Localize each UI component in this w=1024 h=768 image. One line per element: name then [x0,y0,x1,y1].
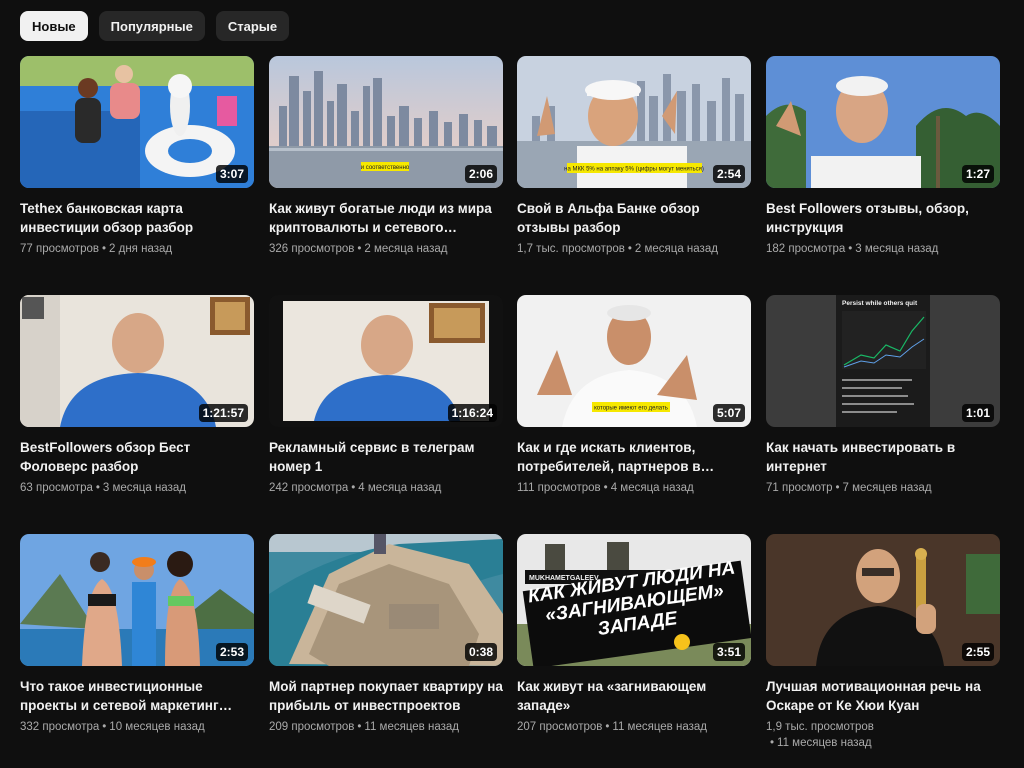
video-duration: 2:55 [961,643,994,661]
video-thumbnail[interactable]: 1:16:24 [269,295,503,427]
video-duration: 5:07 [712,404,745,422]
video-meta: 207 просмотров • 11 месяцев назад [517,721,707,733]
video-date: 2 месяца назад [634,243,718,255]
video-card[interactable]: 3:07 Tethex банковская карта инвестиции … [20,56,254,257]
chip-popular[interactable]: Популярные [98,11,205,41]
video-date: 4 месяца назад [610,482,694,494]
video-meta: 111 просмотров • 4 месяца назад [517,482,694,494]
video-card[interactable]: 0:38 Мой партнер покупает квартиру на пр… [269,534,503,735]
video-views: 209 просмотров [269,721,355,733]
video-meta: 209 просмотров • 11 месяцев назад [269,721,459,733]
video-date: 2 дня назад [109,243,173,255]
video-title[interactable]: Как живут на «загнивающем западе» [517,677,751,715]
video-title[interactable]: Мой партнер покупает квартиру на прибыль… [269,677,503,715]
video-date: 3 месяца назад [102,482,186,494]
video-duration: 1:16:24 [447,404,497,422]
video-title[interactable]: BestFollowers обзор Бест Фоловерс разбор [20,438,254,476]
video-meta: 332 просмотра • 10 месяцев назад [20,721,205,733]
video-title[interactable]: Лучшая мотивационная речь на Оскаре от К… [766,677,1000,715]
video-title[interactable]: Что такое инвестиционные проекты и сетев… [20,677,254,715]
video-date: 11 месяцев назад [364,721,459,733]
thumbnail-caption: которые имеют его делать [594,406,668,412]
video-date: 4 месяца назад [358,482,442,494]
video-card[interactable]: 1:27 Best Followers отзывы, обзор, инстр… [766,56,1000,257]
video-duration: 0:38 [464,643,497,661]
video-views: 326 просмотров [269,243,355,255]
video-title[interactable]: Как начать инвестировать в интернет [766,438,1000,476]
video-thumbnail[interactable]: на МКК 5% на аппаку 5% (цифры могут меня… [517,56,751,188]
thumbnail-caption: и соответственно [361,165,410,171]
video-card[interactable]: Persist while others quit 1:01 Как начат… [766,295,1000,496]
video-title[interactable]: Best Followers отзывы, обзор, инструкция [766,199,1000,237]
video-duration: 2:53 [215,643,248,661]
video-duration: 2:06 [464,165,497,183]
chip-old[interactable]: Старые [215,11,290,41]
video-views: 242 просмотра [269,482,349,494]
video-thumbnail[interactable]: MUKHAMETGALEEV КАК ЖИВУТ ЛЮДИ НА «ЗАГНИВ… [517,534,751,666]
video-views: 182 просмотра [766,243,846,255]
video-card[interactable]: на МКК 5% на аппаку 5% (цифры могут меня… [517,56,751,257]
video-date: 2 месяца назад [364,243,448,255]
thumbnail-caption: на МКК 5% на аппаку 5% (цифры могут меня… [564,167,704,173]
video-thumbnail[interactable]: 0:38 [269,534,503,666]
video-views: 77 просмотров [20,243,99,255]
video-card[interactable]: которые имеют его делать 5:07 Как и где … [517,295,751,496]
video-views: 207 просмотров [517,721,603,733]
video-duration: 1:01 [961,404,994,422]
video-title[interactable]: Как и где искать клиентов, потребителей,… [517,438,751,476]
thumbnail-caption: Persist while others quit [842,300,918,307]
video-meta: 242 просмотра • 4 месяца назад [269,482,442,494]
video-card[interactable]: 1:21:57 BestFollowers обзор Бест Фоловер… [20,295,254,496]
video-date: 11 месяцев назад [612,721,707,733]
video-date: 3 месяца назад [855,243,939,255]
video-title[interactable]: Tethex банковская карта инвестиции обзор… [20,199,254,237]
video-date: 7 месяцев назад [842,482,932,494]
video-thumbnail[interactable]: 1:21:57 [20,295,254,427]
video-meta: 1,7 тыс. просмотров • 2 месяца назад [517,243,718,255]
video-card[interactable]: и соответственно 2:06 Как живут богатые … [269,56,503,257]
video-meta: 71 просмотр • 7 месяцев назад [766,482,932,494]
video-meta: 63 просмотра • 3 месяца назад [20,482,186,494]
video-date: 11 месяцев назад [777,737,872,749]
video-thumbnail[interactable]: Persist while others quit 1:01 [766,295,1000,427]
video-thumbnail[interactable]: 3:07 [20,56,254,188]
video-meta: 182 просмотра • 3 месяца назад [766,243,939,255]
video-card[interactable]: 1:16:24 Рекламный сервис в телеграм номе… [269,295,503,496]
video-thumbnail[interactable]: и соответственно 2:06 [269,56,503,188]
video-card[interactable]: MUKHAMETGALEEV КАК ЖИВУТ ЛЮДИ НА «ЗАГНИВ… [517,534,751,735]
filter-chips: Новые Популярные Старые [20,11,290,41]
chip-new[interactable]: Новые [20,11,88,41]
video-title[interactable]: Как живут богатые люди из мира криптовал… [269,199,503,237]
video-thumbnail[interactable]: 1:27 [766,56,1000,188]
video-title[interactable]: Свой в Альфа Банке обзор отзывы разбор [517,199,751,237]
video-duration: 1:27 [961,165,994,183]
video-duration: 2:54 [712,165,745,183]
video-views: 1,7 тыс. просмотров [517,243,625,255]
video-thumbnail[interactable]: 2:55 [766,534,1000,666]
video-date: 10 месяцев назад [109,721,205,733]
video-views: 63 просмотра [20,482,93,494]
video-views: 71 просмотр [766,482,833,494]
video-views: 111 просмотров [517,482,601,494]
video-card[interactable]: 2:55 Лучшая мотивационная речь на Оскаре… [766,534,1000,751]
video-duration: 1:21:57 [198,404,248,422]
video-meta: 1,9 тыс. просмотров • 11 месяцев назад [766,721,874,749]
video-duration: 3:07 [215,165,248,183]
video-views: 332 просмотра [20,721,100,733]
video-duration: 3:51 [712,643,745,661]
video-views: 1,9 тыс. просмотров [766,721,874,733]
video-thumbnail[interactable]: которые имеют его делать 5:07 [517,295,751,427]
video-thumbnail[interactable]: 2:53 [20,534,254,666]
video-meta: 326 просмотров • 2 месяца назад [269,243,448,255]
video-title[interactable]: Рекламный сервис в телеграм номер 1 [269,438,503,476]
video-card[interactable]: 2:53 Что такое инвестиционные проекты и … [20,534,254,735]
video-meta: 77 просмотров • 2 дня назад [20,243,173,255]
